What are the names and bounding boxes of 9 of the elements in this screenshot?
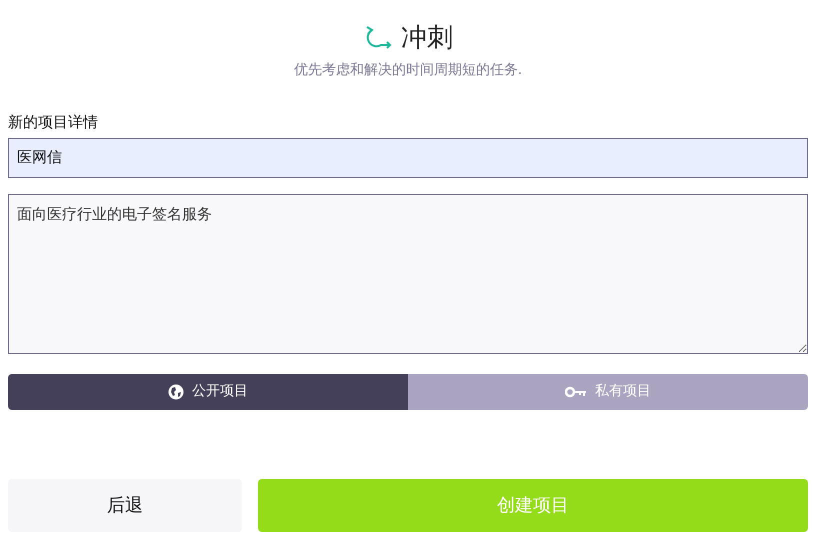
back-button[interactable]: 后退 (8, 478, 242, 532)
key-icon (565, 386, 587, 398)
page-subtitle: 优先考虑和解决的时间周期短的任务. (292, 61, 524, 80)
description-field[interactable]: 面向医疗行业的电子签名服务 (8, 194, 808, 354)
name-field[interactable]: 医网信 (8, 138, 808, 178)
page-title: 冲刺 (401, 22, 453, 54)
globe-icon (168, 384, 184, 400)
public-project-tab[interactable]: 公开项目 (8, 374, 408, 410)
section-label: 新的项目详情 (8, 112, 99, 133)
